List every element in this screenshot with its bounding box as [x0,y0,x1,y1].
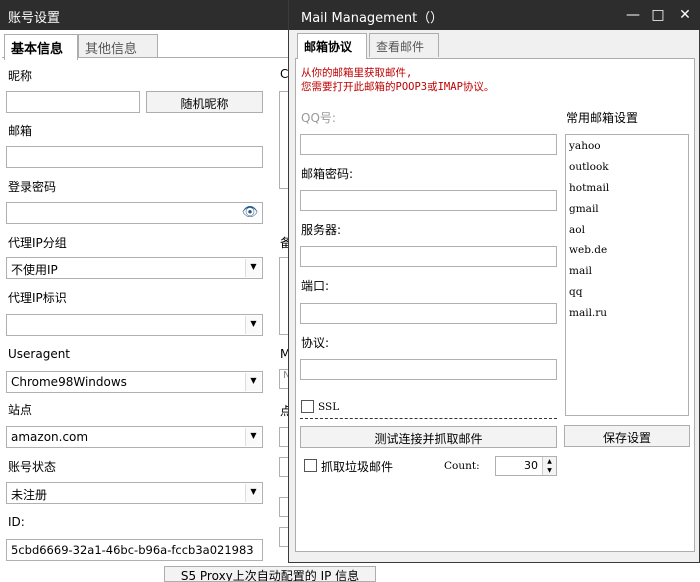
mail-window-title: Mail Management（） [301,11,444,26]
close-icon[interactable]: ✕ [675,7,695,23]
site-label: 站点 [8,403,33,417]
qq-input[interactable] [300,134,557,155]
qq-label: QQ号: [301,111,336,125]
tab-basic-info[interactable]: 基本信息 [4,34,78,60]
proxy-tag-select[interactable]: ▼ [6,314,263,336]
chevron-down-icon[interactable]: ▼ [245,484,261,502]
notice-line-2: 您需要打开此邮箱的POOP3或IMAP协议。 [301,81,495,93]
mail-password-input[interactable] [300,190,557,211]
proxy-ip-info-button[interactable]: S5 Proxy上次自动配置的 IP 信息 [164,566,376,582]
list-item[interactable]: mail [569,265,592,277]
chevron-down-icon[interactable]: ▼ [245,316,261,334]
account-status-value: 未注册 [11,488,48,502]
password-label: 登录密码 [8,180,57,194]
mail-provider-list[interactable]: yahoo outlook hotmail gmail aol web.de m… [565,134,689,416]
chevron-down-icon[interactable]: ▼ [245,428,261,446]
site-value: amazon.com [11,430,89,444]
id-field[interactable]: 5cbd6669-32a1-46bc-b96a-fccb3a021983 [6,539,263,561]
maximize-icon[interactable]: □ [648,7,668,23]
ssl-checkbox[interactable] [301,400,314,413]
protocol-input[interactable] [300,359,557,380]
spin-up-icon[interactable]: ▲ [542,457,556,466]
useragent-value: Chrome98Windows [11,375,127,389]
ssl-label: SSL [318,401,340,413]
show-password-eye-icon[interactable]: 👁 [240,205,260,221]
tab-view-mail[interactable]: 查看邮件 [369,33,439,57]
junk-mail-checkbox[interactable] [304,459,317,472]
tab-other-info[interactable]: 其他信息 [78,34,158,58]
list-item[interactable]: mail.ru [569,307,607,319]
save-settings-button[interactable]: 保存设置 [564,425,690,447]
chevron-down-icon[interactable]: ▼ [245,259,261,277]
email-label: 邮箱 [8,124,33,138]
spin-down-icon[interactable]: ▼ [542,466,556,475]
password-input[interactable]: 👁 [6,202,263,224]
list-item[interactable]: gmail [569,203,599,215]
port-label: 端口: [301,279,330,293]
minimize-icon[interactable]: — [623,7,643,23]
count-label: Count: [444,460,480,472]
list-item[interactable]: aol [569,224,585,236]
id-label: ID: [8,515,25,529]
proxy-group-value: 不使用IP [11,263,58,277]
proxy-group-select[interactable]: 不使用IP ▼ [6,257,263,279]
list-item[interactable]: qq [569,286,582,298]
useragent-label: Useragent [8,347,71,361]
junk-mail-label: 抓取垃圾邮件 [321,460,394,474]
count-stepper[interactable]: 30 ▲ ▼ [495,456,557,476]
nickname-label: 昵称 [8,69,33,83]
mail-management-window: Mail Management（） — □ ✕ 邮箱协议 查看邮件 从你的邮箱里… [288,0,700,563]
server-label: 服务器: [301,223,342,237]
divider-dashed [300,418,557,419]
mail-protocol-panel: 从你的邮箱里获取邮件, 您需要打开此邮箱的POOP3或IMAP协议。 QQ号: … [295,58,695,552]
proxy-group-label: 代理IP分组 [8,236,67,250]
test-connect-fetch-button[interactable]: 测试连接并抓取邮件 [300,426,557,448]
list-item[interactable]: outlook [569,161,609,173]
port-input[interactable] [300,303,557,324]
list-item[interactable]: hotmail [569,182,609,194]
list-item[interactable]: yahoo [569,140,601,152]
protocol-label: 协议: [301,336,330,350]
random-nickname-button[interactable]: 随机昵称 [146,91,263,113]
email-input[interactable] [6,146,263,168]
mail-title-bar[interactable]: Mail Management（） — □ ✕ [289,0,700,30]
site-select[interactable]: amazon.com ▼ [6,426,263,448]
common-mail-settings-label: 常用邮箱设置 [566,111,639,125]
notice-line-1: 从你的邮箱里获取邮件, [301,67,413,79]
server-input[interactable] [300,246,557,267]
tab-mail-protocol[interactable]: 邮箱协议 [297,33,367,59]
proxy-tag-label: 代理IP标识 [8,291,67,305]
list-item[interactable]: web.de [569,244,607,256]
mail-password-label: 邮箱密码: [301,167,354,181]
account-status-label: 账号状态 [8,460,57,474]
nickname-input[interactable] [6,91,140,113]
account-window-title: 账号设置 [8,11,61,26]
useragent-select[interactable]: Chrome98Windows ▼ [6,371,263,393]
count-value: 30 [524,459,538,472]
chevron-down-icon[interactable]: ▼ [245,373,261,391]
account-status-select[interactable]: 未注册 ▼ [6,482,263,504]
